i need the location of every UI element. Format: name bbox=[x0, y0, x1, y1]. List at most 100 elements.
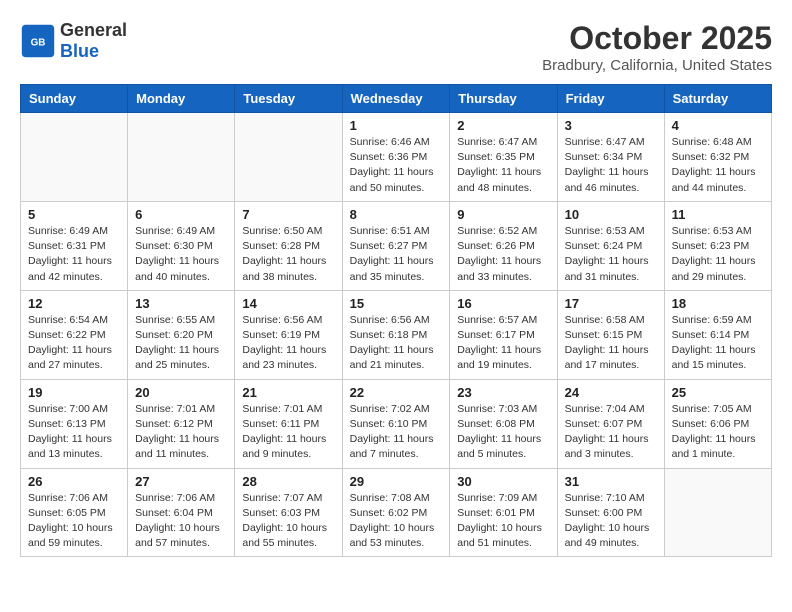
logo: GB General Blue bbox=[20, 20, 127, 62]
calendar-cell: 5Sunrise: 6:49 AM Sunset: 6:31 PM Daylig… bbox=[21, 201, 128, 290]
calendar-cell: 29Sunrise: 7:08 AM Sunset: 6:02 PM Dayli… bbox=[342, 468, 450, 557]
day-info: Sunrise: 7:01 AM Sunset: 6:12 PM Dayligh… bbox=[135, 402, 227, 463]
day-number: 13 bbox=[135, 296, 227, 311]
calendar-cell: 23 Sunrise: 7:03 AM Sunset: 6:08 PM Dayli… bbox=[450, 379, 557, 468]
day-info: Sunrise: 7:03 AM Sunset: 6:08 PM Dayligh… bbox=[457, 402, 549, 463]
day-number: 22 bbox=[350, 385, 443, 400]
day-info: Sunrise: 7:02 AM Sunset: 6:10 PM Dayligh… bbox=[350, 402, 443, 463]
calendar-cell: 8 Sunrise: 6:51 AM Sunset: 6:27 PM Daylig… bbox=[342, 201, 450, 290]
calendar-cell: 22 Sunrise: 7:02 AM Sunset: 6:10 PM Dayli… bbox=[342, 379, 450, 468]
day-info: Sunrise: 6:52 AM Sunset: 6:26 PM Dayligh… bbox=[457, 224, 549, 285]
calendar-week-row: 12 Sunrise: 6:54 AM Sunset: 6:22 PM Dayli… bbox=[21, 290, 772, 379]
day-info: Sunrise: 6:56 AM Sunset: 6:18 PM Dayligh… bbox=[350, 313, 443, 374]
calendar-week-row: 5Sunrise: 6:49 AM Sunset: 6:31 PM Daylig… bbox=[21, 201, 772, 290]
day-number: 17 bbox=[565, 296, 657, 311]
day-number: 20 bbox=[135, 385, 227, 400]
calendar-cell: 17 Sunrise: 6:58 AM Sunset: 6:15 PM Dayli… bbox=[557, 290, 664, 379]
calendar-cell: 6Sunrise: 6:49 AM Sunset: 6:30 PM Daylig… bbox=[128, 201, 235, 290]
day-number: 8 bbox=[350, 207, 443, 222]
title-block: October 2025 Bradbury, California, Unite… bbox=[542, 20, 772, 74]
svg-text:GB: GB bbox=[31, 38, 46, 49]
day-info: Sunrise: 7:06 AM Sunset: 6:05 PM Dayligh… bbox=[28, 491, 120, 552]
day-number: 26 bbox=[28, 474, 120, 489]
month-title: October 2025 bbox=[542, 20, 772, 57]
calendar-table: SundayMondayTuesdayWednesdayThursdayFrid… bbox=[20, 84, 772, 557]
day-number: 21 bbox=[242, 385, 334, 400]
day-info: Sunrise: 6:57 AM Sunset: 6:17 PM Dayligh… bbox=[457, 313, 549, 374]
calendar-cell bbox=[21, 113, 128, 202]
calendar-cell: 28 Sunrise: 7:07 AM Sunset: 6:03 PM Dayli… bbox=[235, 468, 342, 557]
weekday-header-monday: Monday bbox=[128, 85, 235, 113]
calendar-cell: 7Sunrise: 6:50 AM Sunset: 6:28 PM Daylig… bbox=[235, 201, 342, 290]
logo-icon: GB bbox=[20, 23, 56, 59]
calendar-cell: 20 Sunrise: 7:01 AM Sunset: 6:12 PM Dayli… bbox=[128, 379, 235, 468]
day-number: 27 bbox=[135, 474, 227, 489]
calendar-cell bbox=[128, 113, 235, 202]
weekday-header-wednesday: Wednesday bbox=[342, 85, 450, 113]
logo-general-text: General bbox=[60, 20, 127, 41]
day-info: Sunrise: 6:54 AM Sunset: 6:22 PM Dayligh… bbox=[28, 313, 120, 374]
day-number: 15 bbox=[350, 296, 443, 311]
day-info: Sunrise: 7:01 AM Sunset: 6:11 PM Dayligh… bbox=[242, 402, 334, 463]
calendar-cell: 3 Sunrise: 6:47 AM Sunset: 6:34 PM Daylig… bbox=[557, 113, 664, 202]
calendar-cell: 25 Sunrise: 7:05 AM Sunset: 6:06 PM Dayli… bbox=[664, 379, 771, 468]
day-number: 9 bbox=[457, 207, 549, 222]
day-number: 14 bbox=[242, 296, 334, 311]
calendar-week-row: 1 Sunrise: 6:46 AM Sunset: 6:36 PM Daylig… bbox=[21, 113, 772, 202]
calendar-cell: 30Sunrise: 7:09 AM Sunset: 6:01 PM Dayli… bbox=[450, 468, 557, 557]
calendar-cell: 31Sunrise: 7:10 AM Sunset: 6:00 PM Dayli… bbox=[557, 468, 664, 557]
day-info: Sunrise: 7:00 AM Sunset: 6:13 PM Dayligh… bbox=[28, 402, 120, 463]
day-number: 23 bbox=[457, 385, 549, 400]
day-number: 25 bbox=[672, 385, 764, 400]
day-info: Sunrise: 6:51 AM Sunset: 6:27 PM Dayligh… bbox=[350, 224, 443, 285]
day-number: 28 bbox=[242, 474, 334, 489]
calendar-cell: 21 Sunrise: 7:01 AM Sunset: 6:11 PM Dayli… bbox=[235, 379, 342, 468]
day-info: Sunrise: 6:58 AM Sunset: 6:15 PM Dayligh… bbox=[565, 313, 657, 374]
calendar-cell: 19 Sunrise: 7:00 AM Sunset: 6:13 PM Dayli… bbox=[21, 379, 128, 468]
weekday-header-friday: Friday bbox=[557, 85, 664, 113]
weekday-header-row: SundayMondayTuesdayWednesdayThursdayFrid… bbox=[21, 85, 772, 113]
day-info: Sunrise: 6:49 AM Sunset: 6:31 PM Dayligh… bbox=[28, 224, 120, 285]
day-number: 12 bbox=[28, 296, 120, 311]
calendar-cell: 13 Sunrise: 6:55 AM Sunset: 6:20 PM Dayli… bbox=[128, 290, 235, 379]
calendar-cell: 2 Sunrise: 6:47 AM Sunset: 6:35 PM Daylig… bbox=[450, 113, 557, 202]
day-info: Sunrise: 6:47 AM Sunset: 6:34 PM Dayligh… bbox=[565, 135, 657, 196]
day-number: 4 bbox=[672, 118, 764, 133]
page-header: GB General Blue October 2025 Bradbury, C… bbox=[20, 20, 772, 74]
day-number: 19 bbox=[28, 385, 120, 400]
calendar-cell: 9 Sunrise: 6:52 AM Sunset: 6:26 PM Daylig… bbox=[450, 201, 557, 290]
calendar-cell: 26 Sunrise: 7:06 AM Sunset: 6:05 PM Dayli… bbox=[21, 468, 128, 557]
day-number: 7 bbox=[242, 207, 334, 222]
location: Bradbury, California, United States bbox=[542, 57, 772, 74]
day-number: 16 bbox=[457, 296, 549, 311]
calendar-cell: 15 Sunrise: 6:56 AM Sunset: 6:18 PM Dayli… bbox=[342, 290, 450, 379]
day-info: Sunrise: 7:05 AM Sunset: 6:06 PM Dayligh… bbox=[672, 402, 764, 463]
day-number: 3 bbox=[565, 118, 657, 133]
weekday-header-thursday: Thursday bbox=[450, 85, 557, 113]
day-info: Sunrise: 6:46 AM Sunset: 6:36 PM Dayligh… bbox=[350, 135, 443, 196]
day-info: Sunrise: 6:53 AM Sunset: 6:24 PM Dayligh… bbox=[565, 224, 657, 285]
logo-blue-text: Blue bbox=[60, 41, 127, 62]
day-info: Sunrise: 6:55 AM Sunset: 6:20 PM Dayligh… bbox=[135, 313, 227, 374]
weekday-header-tuesday: Tuesday bbox=[235, 85, 342, 113]
calendar-cell: 10Sunrise: 6:53 AM Sunset: 6:24 PM Dayli… bbox=[557, 201, 664, 290]
calendar-cell: 27Sunrise: 7:06 AM Sunset: 6:04 PM Dayli… bbox=[128, 468, 235, 557]
calendar-cell: 14 Sunrise: 6:56 AM Sunset: 6:19 PM Dayli… bbox=[235, 290, 342, 379]
day-number: 29 bbox=[350, 474, 443, 489]
day-info: Sunrise: 6:49 AM Sunset: 6:30 PM Dayligh… bbox=[135, 224, 227, 285]
weekday-header-saturday: Saturday bbox=[664, 85, 771, 113]
day-number: 30 bbox=[457, 474, 549, 489]
day-info: Sunrise: 6:59 AM Sunset: 6:14 PM Dayligh… bbox=[672, 313, 764, 374]
calendar-cell: 11Sunrise: 6:53 AM Sunset: 6:23 PM Dayli… bbox=[664, 201, 771, 290]
calendar-week-row: 26 Sunrise: 7:06 AM Sunset: 6:05 PM Dayli… bbox=[21, 468, 772, 557]
day-info: Sunrise: 7:07 AM Sunset: 6:03 PM Dayligh… bbox=[242, 491, 334, 552]
calendar-cell bbox=[235, 113, 342, 202]
weekday-header-sunday: Sunday bbox=[21, 85, 128, 113]
calendar-cell: 4Sunrise: 6:48 AM Sunset: 6:32 PM Daylig… bbox=[664, 113, 771, 202]
calendar-cell: 16 Sunrise: 6:57 AM Sunset: 6:17 PM Dayli… bbox=[450, 290, 557, 379]
day-info: Sunrise: 6:56 AM Sunset: 6:19 PM Dayligh… bbox=[242, 313, 334, 374]
calendar-cell: 24Sunrise: 7:04 AM Sunset: 6:07 PM Dayli… bbox=[557, 379, 664, 468]
day-number: 2 bbox=[457, 118, 549, 133]
day-info: Sunrise: 6:47 AM Sunset: 6:35 PM Dayligh… bbox=[457, 135, 549, 196]
day-number: 1 bbox=[350, 118, 443, 133]
